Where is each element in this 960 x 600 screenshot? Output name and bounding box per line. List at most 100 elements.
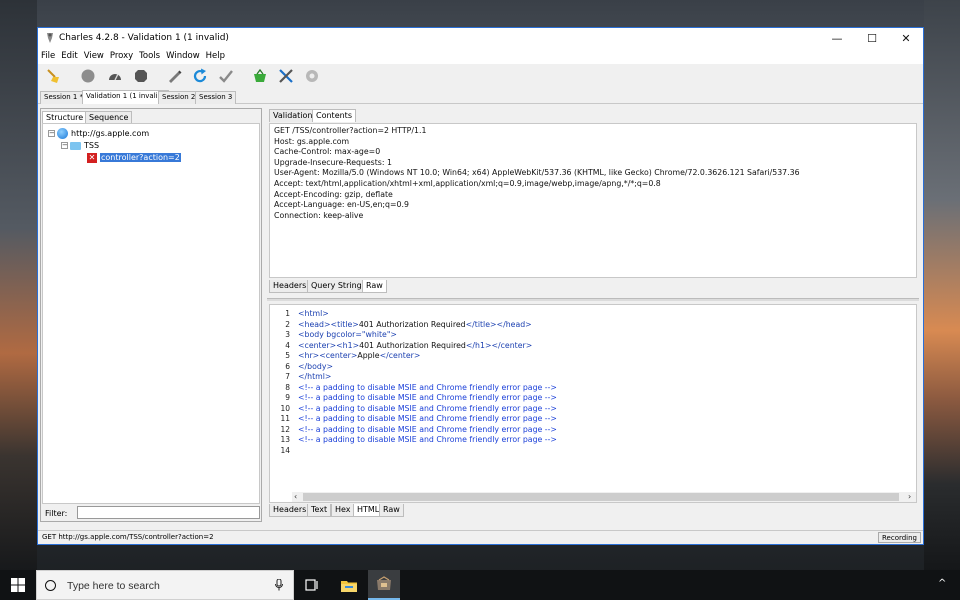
tab-response-raw[interactable]: Raw: [379, 504, 404, 517]
request-line: User-Agent: Mozilla/5.0 (Windows NT 10.0…: [274, 168, 800, 178]
status-text: GET http://gs.apple.com/TSS/controller?a…: [42, 533, 214, 541]
tab-response-text[interactable]: Text: [307, 504, 332, 517]
line-number: 13: [280, 435, 290, 444]
status-bar: GET http://gs.apple.com/TSS/controller?a…: [38, 530, 923, 544]
maximize-button[interactable]: ☐: [855, 28, 889, 49]
filter-input[interactable]: [77, 506, 260, 519]
refresh-icon[interactable]: [192, 68, 208, 84]
tab-request-raw[interactable]: Raw: [362, 280, 387, 293]
task-view-icon[interactable]: [296, 570, 328, 600]
menu-edit[interactable]: Edit: [58, 49, 80, 64]
request-line: Accept-Encoding: gzip, deflate: [274, 189, 393, 199]
menu-window[interactable]: Window: [163, 49, 203, 64]
throttle-icon[interactable]: [107, 68, 123, 84]
tools-icon[interactable]: [278, 68, 294, 84]
line-number: 6: [285, 361, 290, 371]
tab-session-2[interactable]: Session 2: [158, 91, 200, 104]
menu-file[interactable]: File: [38, 49, 58, 64]
code-token: <!-- a padding to disable MSIE and Chrom…: [298, 382, 557, 392]
tab-sequence[interactable]: Sequence: [85, 111, 133, 123]
minimize-button[interactable]: —: [820, 28, 854, 49]
session-tabs: Session 1 * Validation 1 (1 invalid) Ses…: [38, 89, 923, 104]
tree-row-host[interactable]: − http://gs.apple.com: [48, 128, 149, 139]
tree-row-folder[interactable]: − TSS: [61, 140, 99, 151]
tab-session-3[interactable]: Session 3: [195, 91, 237, 104]
tab-request-headers[interactable]: Headers: [269, 280, 311, 293]
breakpoint-icon[interactable]: [133, 68, 149, 84]
charles-taskbar-icon[interactable]: [368, 570, 400, 600]
response-html-view[interactable]: 1 2 3 4 5 6 7 8 9 10 11 12 13 14 <html> <head><title>4…: [269, 304, 917, 503]
taskbar-search[interactable]: Type here to search: [36, 570, 294, 600]
file-explorer-icon[interactable]: [333, 570, 365, 600]
taskbar: Type here to search ^: [0, 570, 960, 600]
charles-app-icon: [47, 33, 53, 43]
response-code: <html> <head><title>401 Authorization Req…: [298, 309, 557, 456]
start-button[interactable]: [0, 570, 36, 600]
filter-label: Filter:: [45, 509, 68, 518]
line-number: 3: [285, 330, 290, 339]
code-token: <!-- a padding to disable MSIE and Chrom…: [298, 414, 557, 423]
broom-icon[interactable]: [45, 68, 61, 84]
code-token: <body bgcolor="white">: [298, 330, 397, 339]
code-line: <!-- a padding to disable MSIE and Chrom…: [298, 383, 557, 394]
scrollbar-thumb[interactable]: [303, 493, 899, 501]
tab-validation-1[interactable]: Validation 1 (1 invalid): [82, 90, 169, 104]
tab-response-hex[interactable]: Hex: [331, 504, 355, 517]
tab-contents[interactable]: Contents: [312, 109, 356, 122]
tree-host-label: http://gs.apple.com: [71, 129, 150, 138]
collapse-icon[interactable]: −: [48, 130, 55, 137]
tree-row-file[interactable]: ✕ controller?action=2: [87, 152, 181, 163]
settings-icon[interactable]: [304, 68, 320, 84]
pen-icon[interactable]: [166, 68, 182, 84]
code-line: <html>: [298, 309, 557, 320]
code-line: <center><h1>401 Authorization Required</…: [298, 341, 557, 352]
tab-structure[interactable]: Structure: [42, 111, 88, 123]
line-number: 9: [285, 393, 290, 402]
request-headers-text[interactable]: GET /TSS/controller?action=2 HTTP/1.1 Ho…: [269, 123, 917, 278]
tab-response-headers[interactable]: Headers: [269, 504, 311, 517]
code-token: </title></head>: [465, 319, 532, 329]
horizontal-scrollbar[interactable]: ‹ ›: [292, 492, 916, 502]
code-token: <html>: [298, 309, 329, 318]
microphone-icon[interactable]: [275, 579, 283, 591]
menu-bar: File Edit View Proxy Tools Window Help: [38, 49, 923, 64]
menu-help[interactable]: Help: [203, 49, 228, 64]
menu-proxy[interactable]: Proxy: [107, 49, 136, 64]
search-placeholder: Type here to search: [67, 580, 160, 592]
menu-view[interactable]: View: [81, 49, 107, 64]
basket-icon[interactable]: [252, 68, 268, 84]
line-number: 14: [280, 445, 290, 455]
code-line: <!-- a padding to disable MSIE and Chrom…: [298, 404, 557, 415]
menu-tools[interactable]: Tools: [136, 49, 163, 64]
search-icon: [45, 580, 56, 591]
tray-arrow-icon[interactable]: ^: [938, 578, 946, 589]
request-line: Accept-Language: en-US,en;q=0.9: [274, 200, 409, 210]
tab-validation[interactable]: Validation: [269, 109, 317, 122]
scroll-left-icon[interactable]: ‹: [294, 492, 297, 502]
code-line: </body>: [298, 362, 557, 373]
request-line: Cache-Control: max-age=0: [274, 147, 381, 157]
tab-query-string[interactable]: Query String: [307, 280, 366, 293]
recording-button[interactable]: Recording: [877, 532, 921, 543]
code-line: <hr><center>Apple</center>: [298, 351, 557, 362]
check-icon[interactable]: [218, 68, 234, 84]
code-token: <!-- a padding to disable MSIE and Chrom…: [298, 435, 557, 444]
close-button[interactable]: ✕: [889, 28, 923, 49]
code-token: Apple: [357, 351, 380, 360]
globe-icon: [57, 128, 68, 139]
collapse-icon[interactable]: −: [61, 142, 68, 149]
scroll-right-icon[interactable]: ›: [908, 492, 911, 502]
split-divider[interactable]: [267, 298, 919, 301]
code-token: <!-- a padding to disable MSIE and Chrom…: [298, 403, 557, 413]
request-line: Accept: text/html,application/xhtml+xml,…: [274, 178, 661, 188]
code-line: </html>: [298, 372, 557, 383]
code-token: <hr><center>: [298, 351, 358, 360]
title-bar: Charles 4.2.8 - Validation 1 (1 invalid)…: [38, 28, 923, 49]
code-token: </h1></center>: [465, 340, 533, 350]
code-token: 401 Authorization Required: [358, 319, 466, 329]
code-line: <!-- a padding to disable MSIE and Chrom…: [298, 393, 557, 404]
record-icon[interactable]: [80, 68, 96, 84]
charles-window: Charles 4.2.8 - Validation 1 (1 invalid)…: [37, 27, 924, 545]
tab-session-1[interactable]: Session 1 *: [40, 91, 88, 104]
